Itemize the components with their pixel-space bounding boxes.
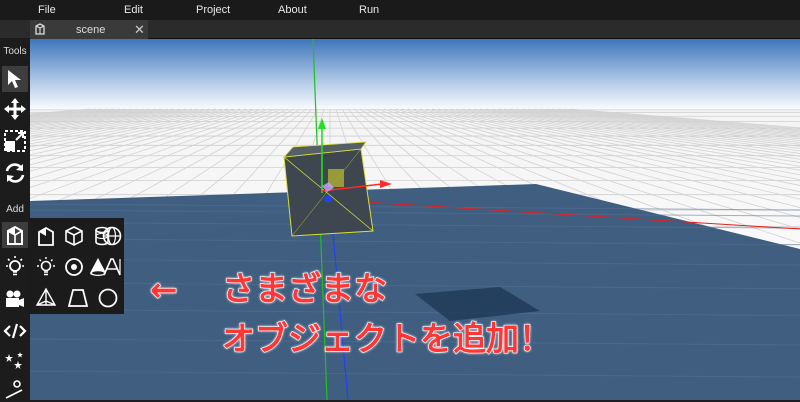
- add-model-item[interactable]: [34, 224, 58, 248]
- script-icon: [3, 323, 27, 339]
- add-cube-item[interactable]: [62, 224, 86, 248]
- menu-bar: File Edit Project About Run: [0, 0, 800, 20]
- add-text-item[interactable]: [100, 255, 124, 279]
- spot-light-icon: [65, 258, 83, 276]
- tools-label: Tools: [3, 46, 27, 57]
- annotation-line-1: さまざまな: [221, 268, 387, 308]
- add-script-button[interactable]: [2, 318, 28, 344]
- scene-tab-icon: [33, 22, 47, 36]
- add-object-panel: [30, 218, 124, 314]
- select-tool-button[interactable]: [2, 66, 28, 92]
- sky-background: [30, 39, 800, 111]
- point-light-icon: [37, 257, 55, 276]
- scale-tool-button[interactable]: [2, 128, 28, 154]
- menu-file[interactable]: File: [38, 4, 56, 16]
- select-arrow-icon: [8, 70, 21, 88]
- plane-icon: [67, 289, 89, 307]
- move-icon: [4, 98, 26, 120]
- text-icon: [103, 258, 121, 276]
- menu-about[interactable]: About: [278, 4, 307, 16]
- rotate-icon: [5, 163, 25, 183]
- close-icon[interactable]: ✕: [134, 22, 145, 38]
- add-model-button[interactable]: [2, 222, 28, 248]
- rotate-tool-button[interactable]: [2, 160, 28, 186]
- menu-run[interactable]: Run: [359, 4, 379, 16]
- light-bulb-icon: [6, 256, 24, 276]
- cube-icon: [65, 226, 83, 246]
- add-spot-light-item[interactable]: [62, 255, 86, 279]
- pyramid-icon: [35, 287, 57, 306]
- model-icon: [7, 225, 23, 245]
- sphere-icon: [102, 226, 122, 246]
- annotation-arrow: ←: [149, 269, 178, 309]
- move-tool-button[interactable]: [2, 96, 28, 122]
- tab-scene[interactable]: scene ✕: [30, 20, 148, 39]
- annotation-line-2: オブジェクトを追加！: [221, 318, 552, 358]
- add-circle-item[interactable]: [96, 286, 120, 310]
- add-particles-button[interactable]: [2, 348, 28, 374]
- add-light-button[interactable]: [2, 254, 28, 280]
- add-sky-button[interactable]: [2, 376, 28, 402]
- scale-icon: [4, 130, 26, 152]
- menu-project[interactable]: Project: [196, 4, 230, 16]
- menu-edit[interactable]: Edit: [124, 4, 143, 16]
- add-camera-item[interactable]: [34, 286, 58, 310]
- add-camera-button[interactable]: [2, 286, 28, 312]
- sky-icon: [5, 380, 23, 399]
- add-sphere-item-visible[interactable]: [100, 224, 124, 248]
- model-icon: [38, 226, 54, 246]
- tab-label: scene: [76, 24, 106, 36]
- circle-icon: [98, 288, 118, 308]
- camera-icon: [6, 290, 24, 307]
- particles-icon: [5, 352, 23, 369]
- add-plane-item[interactable]: [66, 286, 90, 310]
- add-point-light-item[interactable]: [34, 255, 58, 279]
- left-toolbar: Tools Add: [0, 38, 30, 400]
- add-label: Add: [6, 204, 24, 215]
